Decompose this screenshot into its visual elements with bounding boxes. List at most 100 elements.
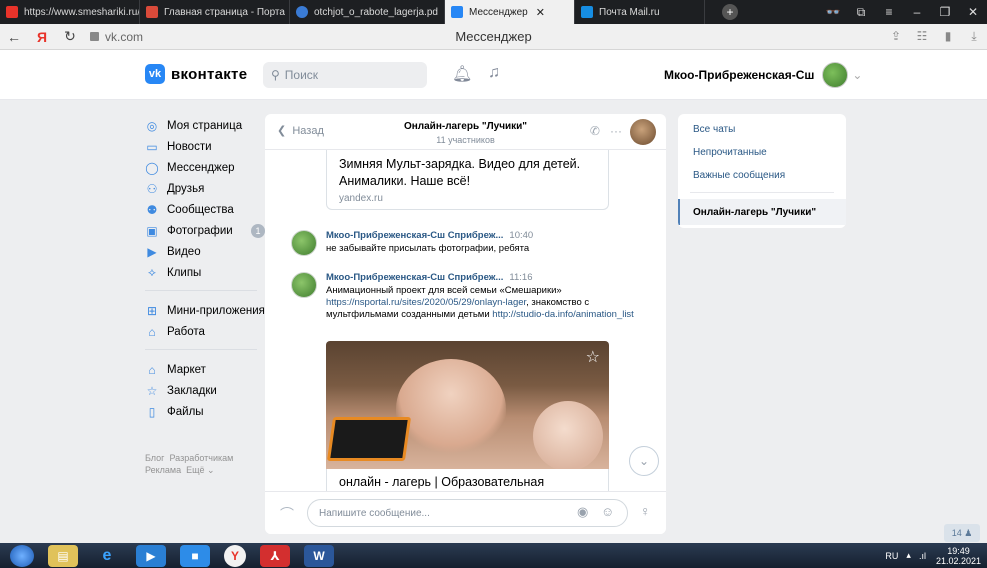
panel-divider: [690, 192, 834, 193]
message: Мкоо-Прибреженская-Сш Сприбреж... 11:16 А…: [291, 272, 651, 321]
browser-tab[interactable]: Главная страница - Порта: [140, 0, 290, 24]
avatar[interactable]: [291, 272, 317, 298]
restore-icon[interactable]: ❐: [931, 5, 959, 19]
menu-divider: [145, 290, 257, 291]
chat-avatar[interactable]: [630, 119, 656, 145]
menu-item-clips[interactable]: ⟡ Клипы: [145, 262, 265, 283]
menu-item-my-page[interactable]: ◎ Моя страница: [145, 115, 265, 136]
browser-tab-active[interactable]: Мессенджер ✕: [445, 0, 575, 24]
menu-item-work[interactable]: ⌂ Работа: [145, 321, 265, 342]
browser-tab[interactable]: Почта Mail.ru: [575, 0, 705, 24]
new-tab-button[interactable]: +: [705, 0, 755, 24]
url-field[interactable]: vk.com: [90, 30, 143, 44]
chat-app-icon[interactable]: ■: [180, 544, 210, 567]
message-text: Анимационный проект для всей семьи «Смеш…: [326, 285, 634, 320]
menu-item-market[interactable]: ⌂ Маркет: [145, 359, 265, 380]
user-menu[interactable]: Мкоо-Прибреженская-Сш ⌄: [664, 62, 862, 88]
filter-unread[interactable]: Непрочитанные: [678, 141, 846, 164]
reload-icon[interactable]: ↻: [56, 28, 84, 45]
menu-item-news[interactable]: ▭ Новости: [145, 136, 265, 157]
more-icon[interactable]: ···: [610, 124, 622, 138]
browser-tab[interactable]: otchjot_o_rabote_lagerja.pd: [290, 0, 445, 24]
menu-icon[interactable]: ≡: [875, 5, 903, 19]
user-circle-icon: ◎: [146, 118, 158, 133]
close-tab-icon[interactable]: ✕: [536, 6, 545, 19]
media-player-icon[interactable]: ▶: [136, 544, 166, 567]
bookmark-icon: ☆: [146, 383, 158, 398]
browser-tab[interactable]: https://www.smeshariki.ru/: [0, 0, 140, 24]
share-icon[interactable]: ⇪: [883, 29, 909, 44]
tray-expand-icon[interactable]: ▴: [906, 550, 911, 561]
search-input[interactable]: ⚲ Поиск: [263, 62, 427, 88]
camera-icon[interactable]: ◉: [577, 504, 588, 520]
footer-link-more[interactable]: Ещё: [186, 465, 204, 475]
yandex-browser-icon[interactable]: Y: [224, 544, 246, 567]
news-icon: ▭: [146, 139, 158, 154]
paperclip-icon[interactable]: ⌒: [280, 504, 294, 524]
menu-item-mini-apps[interactable]: ⊞ Мини-приложения: [145, 300, 265, 321]
vk-logo-icon: vk: [145, 64, 165, 84]
message-time: 11:16: [509, 272, 533, 283]
message-author[interactable]: Мкоо-Прибреженская-Сш Сприбреж...: [326, 230, 503, 241]
menu-item-files[interactable]: ▯ Файлы: [145, 401, 265, 422]
link-preview-card[interactable]: Зимняя Мульт-зарядка. Видео для детей. А…: [326, 150, 609, 210]
start-button[interactable]: [10, 544, 34, 567]
avatar: [822, 62, 849, 88]
apps-icon: ⊞: [146, 303, 158, 318]
left-menu: ◎ Моя страница ▭ Новости ◯ Мессенджер ⚇ Друз…: [145, 115, 265, 422]
clock[interactable]: 19:49 21.02.2021: [936, 546, 981, 566]
menu-item-bookmarks[interactable]: ☆ Закладки: [145, 380, 265, 401]
filter-important[interactable]: Важные сообщения: [678, 164, 846, 187]
bell-icon[interactable]: 🔔︎: [452, 64, 472, 84]
vk-favicon-icon: [451, 6, 463, 18]
word-icon[interactable]: W: [304, 544, 334, 567]
message-link[interactable]: https://nsportal.ru/sites/2020/05/29/onl…: [326, 297, 526, 308]
close-window-icon[interactable]: ✕: [959, 5, 987, 19]
online-friends-badge[interactable]: 14 ♟: [944, 524, 980, 542]
menu-item-video[interactable]: ▶ Видео: [145, 241, 265, 262]
vk-logo[interactable]: vk вконтакте: [145, 64, 247, 84]
footer-link-developers[interactable]: Разработчикам: [169, 453, 233, 463]
menu-item-photos[interactable]: ▣ Фотографии 1: [145, 220, 265, 241]
pdf-reader-icon[interactable]: ⅄: [260, 544, 290, 567]
phone-icon[interactable]: ✆: [590, 124, 600, 138]
explorer-icon[interactable]: ▤: [48, 544, 78, 567]
attachment-photo[interactable]: ☆: [326, 341, 609, 469]
friends-icon: ⚇: [146, 181, 158, 196]
avatar[interactable]: [291, 230, 317, 256]
yandex-logo-icon[interactable]: Я: [28, 29, 56, 45]
language-indicator[interactable]: RU: [885, 551, 898, 561]
message-link[interactable]: http://studio-da.info/animation_list: [492, 309, 634, 320]
menu-item-messenger[interactable]: ◯ Мессенджер: [145, 157, 265, 178]
music-icon[interactable]: ♫: [488, 64, 500, 82]
work-icon: ⌂: [148, 324, 156, 339]
menu-divider: [145, 349, 257, 350]
signal-icon[interactable]: .ıl: [919, 551, 926, 561]
minimize-icon[interactable]: –: [903, 5, 931, 19]
back-arrow-icon[interactable]: ←: [0, 29, 28, 45]
scroll-down-button[interactable]: ⌄: [629, 446, 659, 476]
footer-link-ads[interactable]: Реклама: [145, 465, 181, 475]
menu-item-groups[interactable]: ⚉ Сообщества: [145, 199, 265, 220]
filter-all-chats[interactable]: Все чаты: [678, 118, 846, 141]
bookmark-page-icon[interactable]: ▮: [935, 29, 961, 44]
star-icon[interactable]: ☆: [586, 347, 600, 367]
chat-panel: ❮ Назад Онлайн-лагерь "Лучики" 11 участн…: [265, 114, 666, 534]
plus-icon: +: [722, 4, 738, 20]
download-icon[interactable]: ⤓: [961, 29, 987, 44]
internet-explorer-icon[interactable]: e: [92, 545, 122, 567]
emoji-icon[interactable]: ☺: [601, 504, 614, 519]
chevron-down-icon: ⌄: [638, 454, 650, 468]
active-chat-item[interactable]: Онлайн-лагерь "Лучики": [678, 199, 846, 225]
tabs-icon[interactable]: ⧉: [847, 5, 875, 20]
incognito-icon[interactable]: 👓: [819, 5, 847, 19]
microphone-icon[interactable]: ♀: [640, 503, 651, 519]
system-tray: RU ▴ .ıl 19:49 21.02.2021: [877, 546, 987, 566]
message-icon: ◯: [145, 160, 159, 175]
files-icon: ▯: [148, 404, 156, 419]
reader-icon[interactable]: ☷: [909, 29, 935, 44]
message-author[interactable]: Мкоо-Прибреженская-Сш Сприбреж...: [326, 272, 503, 283]
menu-item-friends[interactable]: ⚇ Друзья: [145, 178, 265, 199]
footer-link-blog[interactable]: Блог: [145, 453, 164, 463]
chevron-down-icon: ⌄: [852, 68, 863, 82]
